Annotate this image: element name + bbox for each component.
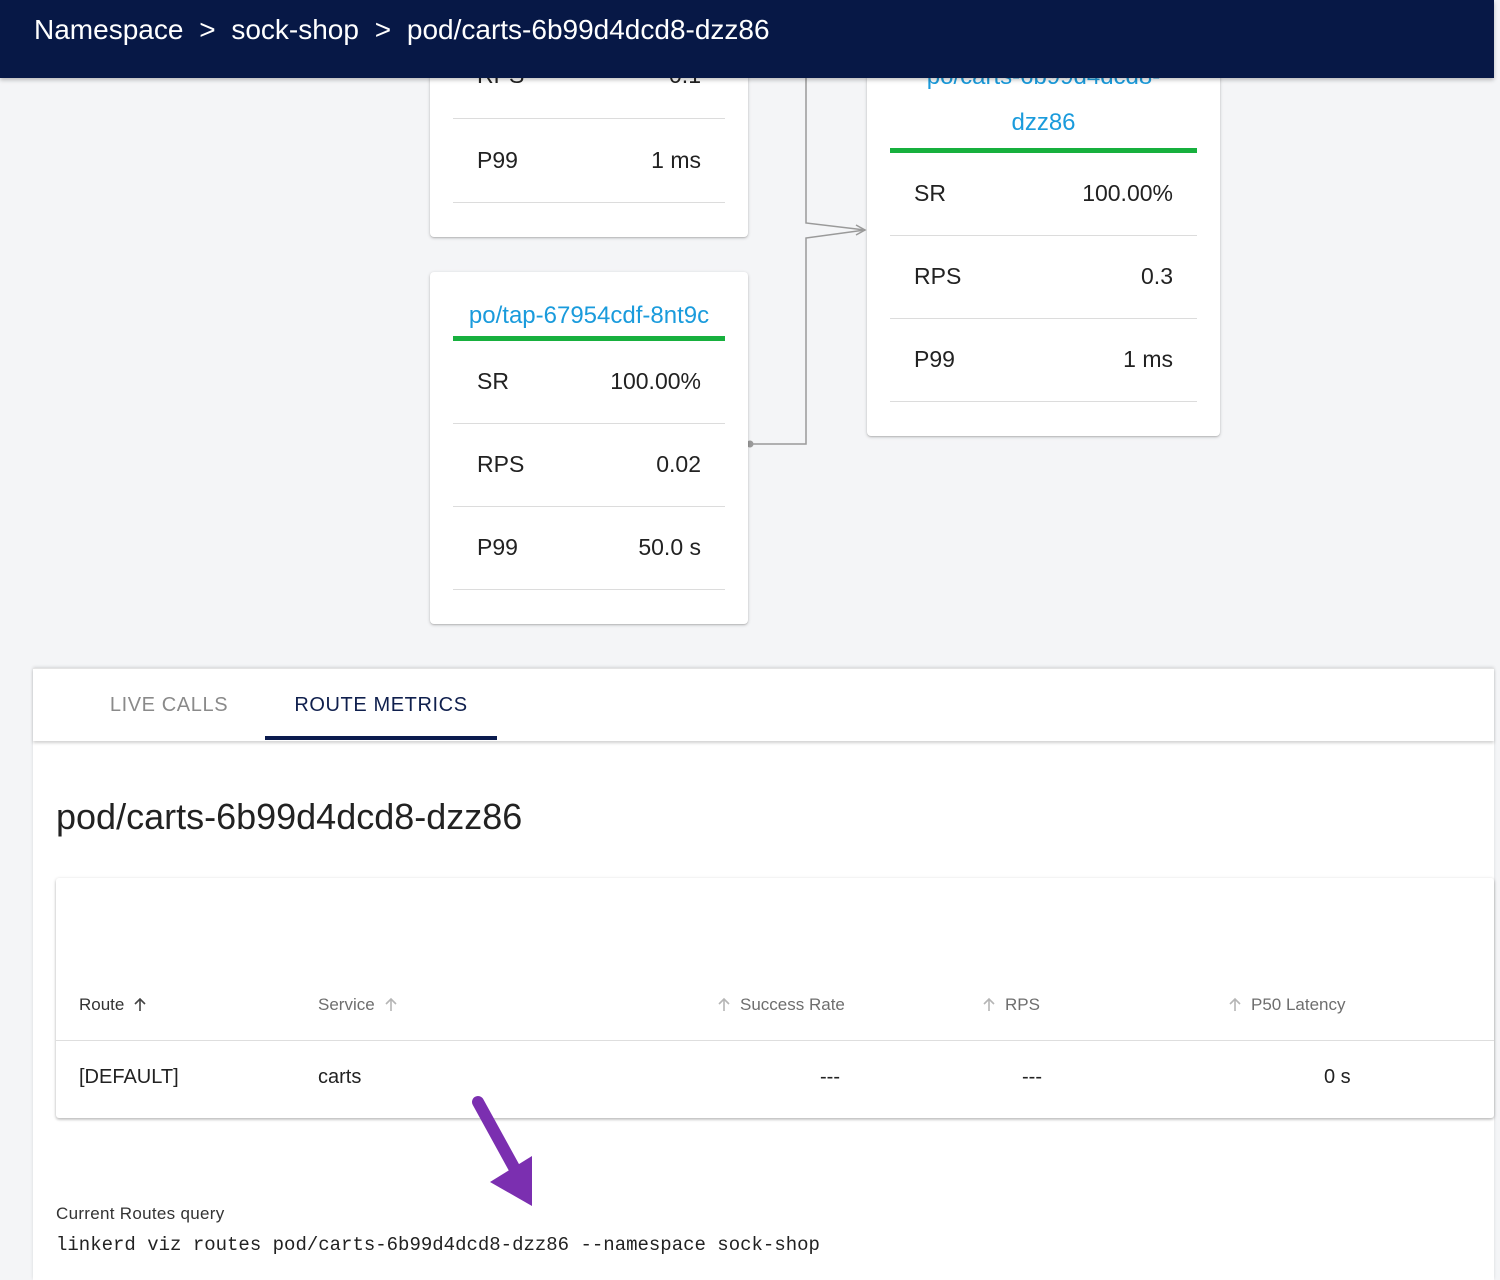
route-metrics-table: Route Service Success Rate RPS P50 Laten… <box>56 878 1494 1118</box>
column-header-label: P50 Latency <box>1251 995 1346 1014</box>
metric-row-sr: SR 100.00% <box>453 341 725 424</box>
column-header-rps[interactable]: RPS <box>981 995 1040 1015</box>
breadcrumb-resource: pod/carts-6b99d4dcd8-dzz86 <box>406 14 770 45</box>
metric-row-sr: SR 100.00% <box>890 153 1197 236</box>
breadcrumb-namespace-label[interactable]: Namespace <box>34 14 183 45</box>
metric-value: 50.0 s <box>638 534 701 560</box>
metric-value: 100.00% <box>610 368 701 394</box>
tab-live-calls[interactable]: LIVE CALLS <box>53 669 285 739</box>
breadcrumb-separator: > <box>199 14 216 45</box>
column-header-success-rate[interactable]: Success Rate <box>716 995 845 1015</box>
node-card-carts[interactable]: po/carts-6b99d4dcd8- dzz86 SR 100.00% RP… <box>867 78 1220 436</box>
metric-value: 0.02 <box>656 451 701 477</box>
metric-label: P99 <box>914 346 955 372</box>
metric-row-p99: P99 1 ms <box>453 120 725 203</box>
metric-row-rps: RPS 0.1 <box>453 78 725 119</box>
arrow-up-icon <box>983 997 995 1011</box>
column-header-service[interactable]: Service <box>318 995 399 1015</box>
metric-label: RPS <box>914 263 962 289</box>
arrow-up-icon <box>1229 997 1241 1011</box>
breadcrumb-namespace[interactable]: sock-shop <box>231 14 359 45</box>
metric-label: RPS <box>477 78 524 89</box>
column-header-p50-latency[interactable]: P50 Latency <box>1227 995 1346 1015</box>
query-label: Current Routes query <box>56 1204 225 1223</box>
metric-value: 1 ms <box>1123 346 1173 372</box>
connector-tap <box>750 229 866 445</box>
tab-bar: LIVE CALLS ROUTE METRICS <box>33 668 1494 741</box>
top-bar: Namespace > sock-shop > pod/carts-6b99d4… <box>0 0 1494 78</box>
node-title-line1: po/carts-6b99d4dcd8- <box>867 78 1220 94</box>
metric-value: 0.1 <box>669 78 701 89</box>
metric-value: 1 ms <box>651 147 701 173</box>
octopus-graph: RPS 0.1 P99 1 ms po/tap-67954cdf-8nt9c S… <box>0 78 1494 668</box>
column-header-route[interactable]: Route <box>79 995 148 1015</box>
arrow-up-icon <box>385 997 397 1011</box>
breadcrumb-separator: > <box>374 14 392 45</box>
node-title[interactable]: po/carts-6b99d4dcd8- dzz86 <box>867 78 1220 140</box>
active-tab-indicator <box>265 736 497 740</box>
column-header-label: Success Rate <box>740 995 845 1014</box>
metric-label: P99 <box>477 147 518 173</box>
metric-value: 100.00% <box>1082 180 1173 206</box>
breadcrumb: Namespace > sock-shop > pod/carts-6b99d4… <box>34 14 770 46</box>
pointer-arrow-icon <box>472 1096 532 1206</box>
metric-row-p99: P99 1 ms <box>890 319 1197 402</box>
cell-rps: --- <box>1022 1066 1042 1088</box>
metric-label: RPS <box>477 451 525 477</box>
cell-success-rate: --- <box>820 1066 840 1088</box>
metric-label: P99 <box>477 534 518 560</box>
node-title-line2: dzz86 <box>1011 109 1076 136</box>
column-header-label: Route <box>79 995 125 1014</box>
node-title[interactable]: po/tap-67954cdf-8nt9c <box>430 299 748 333</box>
tab-route-metrics[interactable]: ROUTE METRICS <box>265 669 497 739</box>
column-header-label: Service <box>318 995 375 1014</box>
metric-label: SR <box>914 180 946 206</box>
metric-value: 0.3 <box>1141 263 1173 289</box>
cell-route: [DEFAULT] <box>79 1066 179 1088</box>
table-header-divider <box>56 1040 1494 1041</box>
metric-row-rps: RPS 0.02 <box>453 424 725 507</box>
node-card-tap[interactable]: po/tap-67954cdf-8nt9c SR 100.00% RPS 0.0… <box>430 272 748 624</box>
metric-row-rps: RPS 0.3 <box>890 236 1197 319</box>
connector-upper <box>805 78 866 231</box>
metric-row-p99: P99 50.0 s <box>453 507 725 590</box>
query-command[interactable]: linkerd viz routes pod/carts-6b99d4dcd8-… <box>56 1234 820 1256</box>
arrow-up-icon <box>134 997 146 1011</box>
details-panel: LIVE CALLS ROUTE METRICS pod/carts-6b99d… <box>33 668 1494 1280</box>
cell-service: carts <box>318 1066 362 1088</box>
arrow-up-icon <box>718 997 730 1011</box>
column-header-label: RPS <box>1005 995 1040 1014</box>
page-title: pod/carts-6b99d4dcd8-dzz86 <box>56 796 523 837</box>
node-card-upstream[interactable]: RPS 0.1 P99 1 ms <box>430 78 748 237</box>
metric-label: SR <box>477 368 509 394</box>
cell-p50-latency: 0 s <box>1324 1066 1351 1088</box>
